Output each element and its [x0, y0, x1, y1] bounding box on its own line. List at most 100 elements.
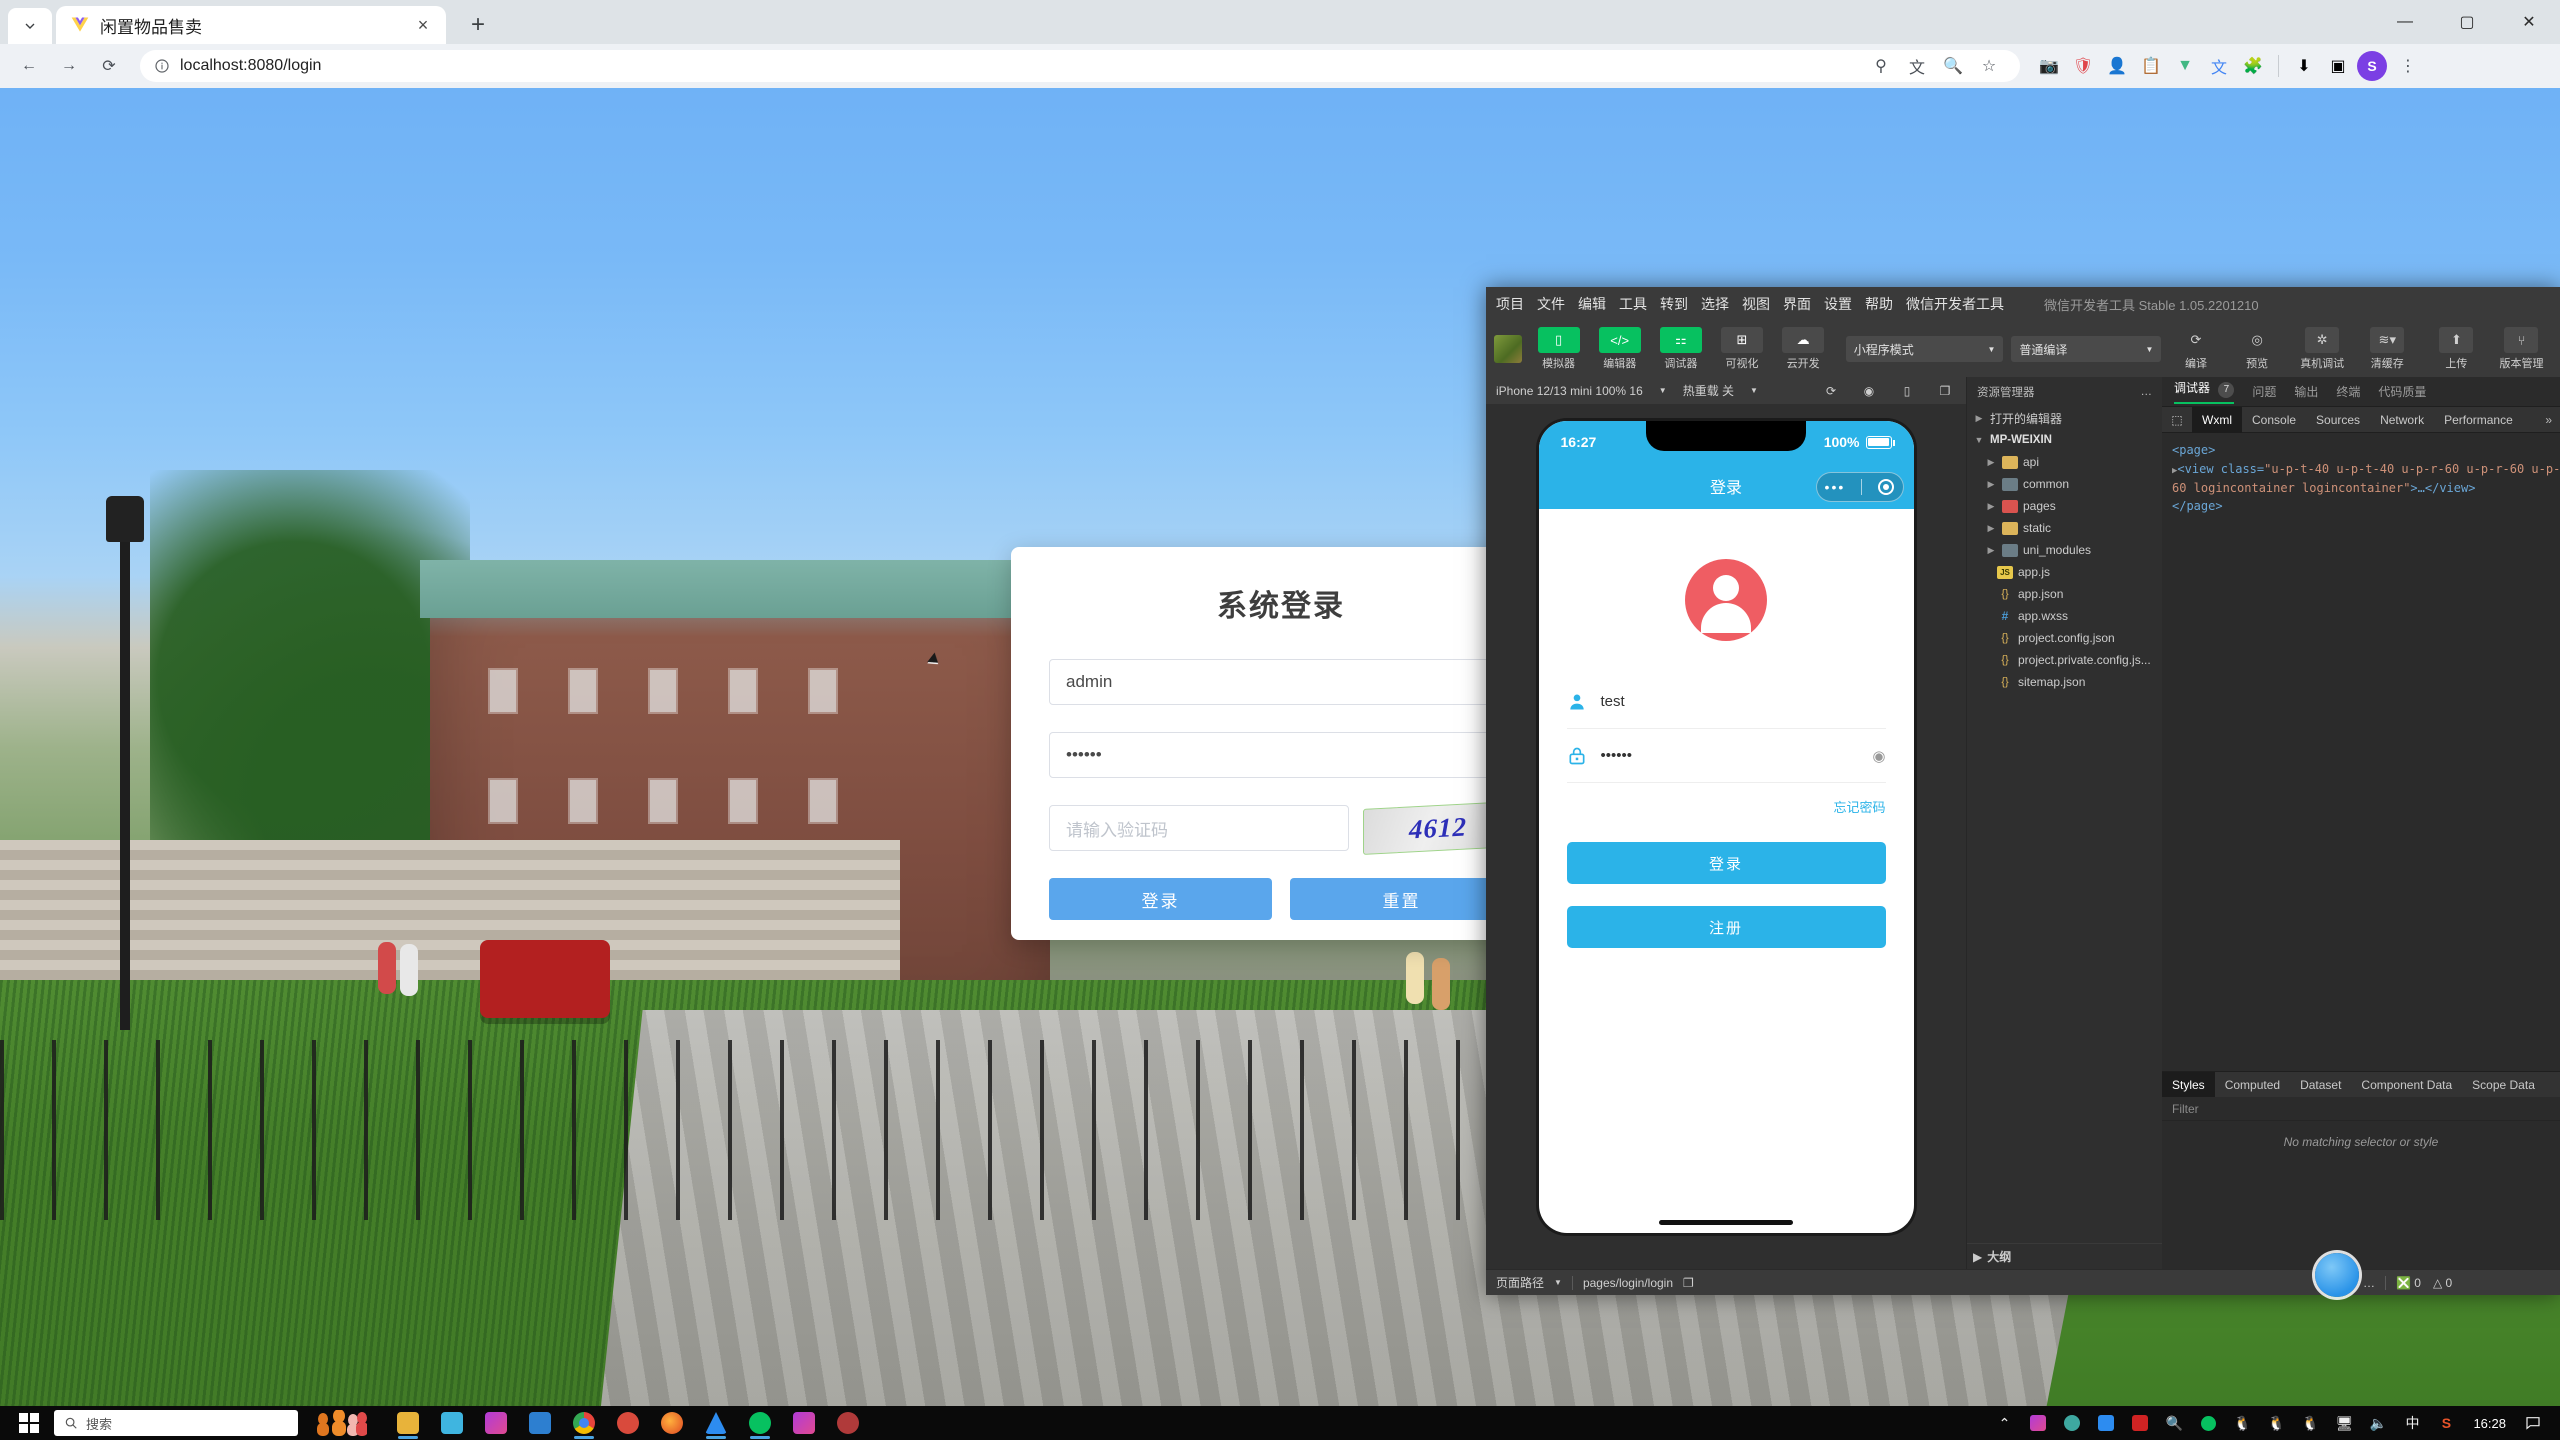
tab-problems[interactable]: 问题: [2252, 383, 2276, 400]
menu-item-edit[interactable]: 编辑: [1578, 294, 1606, 314]
mode-select[interactable]: 小程序模式 ▼: [1845, 336, 2004, 362]
extensions-puzzle-icon[interactable]: 🧩: [2238, 51, 2268, 81]
project-root-row[interactable]: ▼ MP-WEIXIN: [1967, 429, 2162, 451]
toolbar-simulator[interactable]: ▯ 模拟器: [1532, 327, 1585, 371]
tab-component-data[interactable]: Component Data: [2351, 1072, 2462, 1098]
powerpoint-icon[interactable]: [520, 1406, 560, 1440]
cloud-tray-icon[interactable]: [2127, 1410, 2153, 1436]
file-row-uni-modules[interactable]: ▶ uni_modules: [1967, 539, 2162, 561]
toolbar-remote-debug[interactable]: ✲ 真机调试: [2292, 327, 2353, 371]
file-row-api[interactable]: ▶ api: [1967, 451, 2162, 473]
toolbar-visualization[interactable]: ⊞ 可视化: [1715, 327, 1768, 371]
phone-rotate-icon[interactable]: ▯: [1896, 382, 1918, 400]
people-icon[interactable]: [300, 1406, 380, 1440]
reset-button[interactable]: 重置: [1290, 878, 1513, 920]
translate-icon[interactable]: 文: [1900, 49, 1934, 83]
firefox-icon[interactable]: [652, 1406, 692, 1440]
tab-computed[interactable]: Computed: [2215, 1072, 2290, 1098]
network-icon[interactable]: 🖥: [2331, 1410, 2357, 1436]
file-row-static[interactable]: ▶ static: [1967, 517, 2162, 539]
browser-tab[interactable]: 闲置物品售卖 ×: [56, 6, 446, 44]
more-subtabs-icon[interactable]: »: [2537, 413, 2560, 427]
file-row-app-wxss[interactable]: # app.wxss: [1967, 605, 2162, 627]
sogou-icon[interactable]: S: [2433, 1410, 2459, 1436]
wechat-icon[interactable]: [740, 1406, 780, 1440]
warning-count[interactable]: △ 0: [2433, 1276, 2452, 1290]
search-icon[interactable]: 🔍: [1936, 49, 1970, 83]
bookmark-star-icon[interactable]: ☆: [1972, 49, 2006, 83]
app-icon[interactable]: [828, 1406, 868, 1440]
wps-icon[interactable]: [608, 1406, 648, 1440]
menu-item-tools[interactable]: 工具: [1619, 294, 1647, 314]
forgot-password-link[interactable]: 忘记密码: [1567, 783, 1885, 816]
tab-styles[interactable]: Styles: [2162, 1071, 2215, 1098]
login-button[interactable]: 登录: [1049, 878, 1272, 920]
screenshot-icon[interactable]: 📷: [2034, 51, 2064, 81]
tab-scope-data[interactable]: Scope Data: [2462, 1072, 2545, 1098]
subtab-console[interactable]: Console: [2242, 407, 2306, 433]
chrome-taskbar-preview-icon[interactable]: [2315, 1253, 2359, 1297]
search-tray-icon[interactable]: 🔍: [2161, 1410, 2187, 1436]
subtab-performance[interactable]: Performance: [2434, 407, 2523, 433]
file-row-project-config[interactable]: {} project.config.json: [1967, 627, 2162, 649]
phone-password-row[interactable]: •••••• ◉: [1566, 729, 1886, 783]
toolbar-editor[interactable]: </> 编辑器: [1593, 327, 1646, 371]
phone-register-button[interactable]: 注册: [1566, 906, 1886, 948]
subtab-wxml[interactable]: Wxml: [2192, 406, 2242, 433]
menu-item-goto[interactable]: 转到: [1660, 294, 1688, 314]
adblock-shield-icon[interactable]: 🛡: [2068, 51, 2098, 81]
eye-toggle-icon[interactable]: ◉: [1872, 747, 1885, 765]
back-button[interactable]: ←: [12, 49, 46, 83]
qq-tray-icon[interactable]: 🐧: [2229, 1410, 2255, 1436]
search-input[interactable]: 搜索: [54, 1410, 298, 1436]
record-icon[interactable]: ◉: [1858, 382, 1880, 400]
wps-tray-icon[interactable]: [2059, 1410, 2085, 1436]
menu-item-file[interactable]: 文件: [1537, 294, 1565, 314]
project-thumbnail[interactable]: [1494, 335, 1522, 363]
address-bar[interactable]: localhost:8080/login ⚲ 文 🔍 ☆: [140, 50, 2020, 82]
error-count[interactable]: ❎ 0: [2396, 1276, 2421, 1290]
menu-item-select[interactable]: 选择: [1701, 294, 1729, 314]
volume-icon[interactable]: 🔈: [2365, 1410, 2391, 1436]
menu-item-devtools[interactable]: 微信开发者工具: [1906, 294, 2004, 314]
wechat-devtools-icon[interactable]: [696, 1406, 736, 1440]
file-row-app-json[interactable]: {} app.json: [1967, 583, 2162, 605]
qq-tray-icon-2[interactable]: 🐧: [2263, 1410, 2289, 1436]
tab-output[interactable]: 输出: [2294, 383, 2318, 400]
contacts-icon[interactable]: 👤: [2102, 51, 2132, 81]
toolbar-version[interactable]: ⑂ 版本管理: [2491, 327, 2552, 371]
file-explorer-icon[interactable]: [388, 1406, 428, 1440]
file-row-project-private-config[interactable]: {} project.private.config.js...: [1967, 649, 2162, 671]
file-row-sitemap-json[interactable]: {} sitemap.json: [1967, 671, 2162, 693]
outline-section[interactable]: ▶ 大纲: [1967, 1243, 2162, 1269]
refresh-icon[interactable]: ⟳: [1820, 382, 1842, 400]
toolbar-preview[interactable]: ◎ 预览: [2231, 327, 2284, 371]
downloads-icon[interactable]: ⬇: [2289, 51, 2319, 81]
idm-icon-2[interactable]: [784, 1406, 824, 1440]
compile-select[interactable]: 普通编译 ▼: [2011, 336, 2162, 362]
wechat-capsule[interactable]: •••: [1815, 472, 1904, 502]
close-target-icon[interactable]: [1878, 479, 1895, 495]
username-field[interactable]: admin: [1049, 659, 1513, 705]
styles-filter-input[interactable]: Filter: [2162, 1097, 2560, 1121]
menu-item-settings[interactable]: 设置: [1824, 294, 1852, 314]
chrome-icon[interactable]: [564, 1406, 604, 1440]
tab-code-quality[interactable]: 代码质量: [2378, 383, 2426, 400]
google-translate-icon[interactable]: 文: [2204, 51, 2234, 81]
open-editors-row[interactable]: ▶ 打开的编辑器: [1967, 407, 2162, 429]
notification-icon[interactable]: [2520, 1410, 2546, 1436]
maximize-button[interactable]: ▢: [2436, 0, 2498, 44]
menu-item-project[interactable]: 项目: [1496, 294, 1524, 314]
toolbar-upload[interactable]: ⬆ 上传: [2430, 327, 2483, 371]
tab-terminal[interactable]: 终端: [2336, 383, 2360, 400]
phone-username-row[interactable]: test: [1566, 675, 1886, 729]
subtab-sources[interactable]: Sources: [2306, 407, 2370, 433]
status-more-icon[interactable]: …: [2363, 1276, 2375, 1290]
profile-avatar[interactable]: S: [2357, 51, 2387, 81]
tab-dataset[interactable]: Dataset: [2290, 1072, 2351, 1098]
site-info-icon[interactable]: [154, 58, 170, 74]
reload-button[interactable]: ⟳: [92, 49, 126, 83]
menu-item-help[interactable]: 帮助: [1865, 294, 1893, 314]
subtab-network[interactable]: Network: [2370, 407, 2434, 433]
password-field[interactable]: ••••••: [1049, 732, 1513, 778]
